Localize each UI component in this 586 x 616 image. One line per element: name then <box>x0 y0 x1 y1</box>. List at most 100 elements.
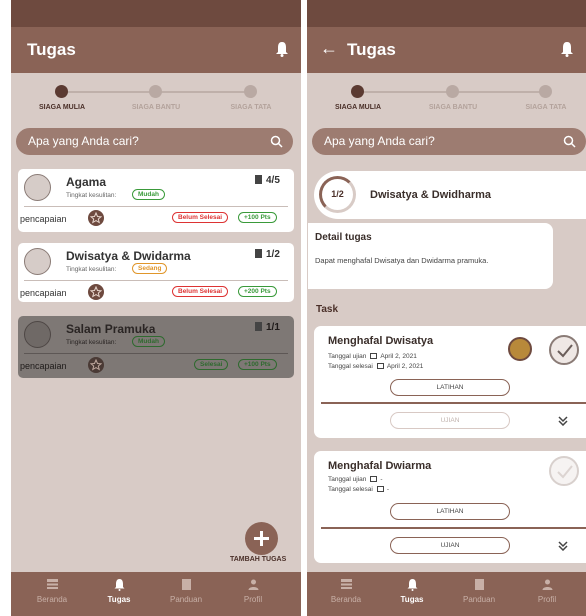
step-dot-1[interactable] <box>351 85 364 98</box>
task-count-value: 1/2 <box>266 249 280 260</box>
bell-icon <box>114 579 124 591</box>
back-arrow-icon[interactable]: ← <box>320 38 338 59</box>
level-stepper: SIAGA MULIA SIAGA BANTU SIAGA TATA <box>11 84 301 114</box>
nav-item-panduan[interactable]: Panduan <box>449 578 509 604</box>
star-badge-icon <box>88 357 104 373</box>
home-list-icon <box>46 579 58 589</box>
add-task-button[interactable] <box>245 522 278 555</box>
subtask-divider <box>321 527 586 529</box>
bell-icon[interactable] <box>560 41 574 57</box>
nav-label: Tugas <box>400 595 424 604</box>
page-title: Tugas <box>27 40 76 59</box>
points-badge: +100 Pts <box>238 359 277 370</box>
nav-label: Beranda <box>36 595 68 604</box>
step-dot-2[interactable] <box>446 85 459 98</box>
achievement-label: pencapaian <box>20 288 67 298</box>
task-card[interactable]: Agama Tingkat kesulitan: Mudah 4/5 penca… <box>18 169 294 232</box>
exam-button[interactable]: UJIAN <box>390 537 510 554</box>
task-avatar <box>24 321 51 348</box>
task-detail-screen: ← Tugas SIAGA MULIA SIAGA BANTU SIAGA TA… <box>307 0 586 616</box>
chevron-down-icon[interactable] <box>558 416 568 426</box>
book-icon <box>474 579 484 590</box>
exam-date-row: Tanggal ujian - <box>328 476 382 483</box>
book-icon <box>255 322 262 331</box>
app-header: ← Tugas <box>307 27 586 73</box>
detail-text: Dapat menghafal Dwisatya dan Dwidarma pr… <box>315 256 489 265</box>
step-dot-3[interactable] <box>539 85 552 98</box>
subtask-card: Menghafal Dwiarma Tanggal ujian - Tanggal… <box>314 451 586 563</box>
subtask-card: Menghafal Dwisatya Tanggal ujian April 2,… <box>314 326 586 438</box>
step-label-1: SIAGA MULIA <box>334 104 382 111</box>
nav-item-profil[interactable]: Profil <box>223 578 283 604</box>
task-count: 1/2 <box>255 249 280 260</box>
nav-label: Tugas <box>107 595 131 604</box>
home-list-icon <box>340 579 352 589</box>
card-divider <box>24 353 288 354</box>
exam-date-value: - <box>380 476 383 483</box>
nav-label: Profil <box>243 595 263 604</box>
nav-item-beranda[interactable]: Beranda <box>316 578 376 604</box>
step-dot-3[interactable] <box>244 85 257 98</box>
task-avatar <box>24 248 51 275</box>
task-avatar <box>24 174 51 201</box>
difficulty-badge: Mudah <box>132 336 165 347</box>
achievement-label: pencapaian <box>20 214 67 224</box>
status-badge: Selesai <box>194 359 229 370</box>
done-date-label: Tanggal selesai <box>328 363 373 370</box>
bottom-nav: Beranda Tugas Panduan Profil <box>11 572 301 616</box>
search-input[interactable]: Apa yang Anda cari? <box>16 128 293 155</box>
star-badge-icon <box>88 284 104 300</box>
search-input[interactable]: Apa yang Anda cari? <box>312 128 586 155</box>
difficulty-label: Tingkat kesulitan: <box>66 192 117 199</box>
step-label-3: SIAGA TATA <box>525 104 567 111</box>
status-bar <box>11 0 301 27</box>
task-title: Dwisatya & Dwidarma <box>66 249 191 263</box>
task-count-value: 1/1 <box>266 322 280 333</box>
user-icon <box>248 579 258 590</box>
practice-button[interactable]: LATIHAN <box>390 379 510 396</box>
done-date-value: April 2, 2021 <box>386 363 424 370</box>
book-icon <box>255 249 262 258</box>
search-placeholder: Apa yang Anda cari? <box>324 134 435 148</box>
step-dot-1[interactable] <box>55 85 68 98</box>
difficulty-label: Tingkat kesulitan: <box>66 339 117 346</box>
task-card[interactable]: Dwisatya & Dwidarma Tingkat kesulitan: S… <box>18 243 294 302</box>
step-label-2: SIAGA BANTU <box>428 104 478 111</box>
search-placeholder: Apa yang Anda cari? <box>28 134 139 148</box>
bottom-nav: Beranda Tugas Panduan Profil <box>307 572 586 616</box>
bell-icon[interactable] <box>275 41 289 57</box>
chevron-down-icon[interactable] <box>558 541 568 551</box>
task-section-label: Task <box>316 304 339 315</box>
nav-item-panduan[interactable]: Panduan <box>156 578 216 604</box>
nav-item-tugas[interactable]: Tugas <box>89 578 149 604</box>
task-title: Dwisatya & Dwidharma <box>370 189 492 201</box>
step-dot-2[interactable] <box>149 85 162 98</box>
checkmark-icon <box>557 465 573 479</box>
star-badge-icon <box>88 210 104 226</box>
detail-title: Detail tugas <box>315 232 372 243</box>
nav-item-profil[interactable]: Profil <box>517 578 577 604</box>
task-card[interactable]: Salam Pramuka Tingkat kesulitan: Mudah 1… <box>18 316 294 378</box>
search-icon[interactable] <box>563 135 576 148</box>
subtask-divider <box>321 402 586 404</box>
exam-button[interactable]: UJIAN <box>390 412 510 429</box>
points-badge: +200 Pts <box>238 286 277 297</box>
task-count-value: 4/5 <box>266 175 280 186</box>
done-date-row: Tanggal selesai April 2, 2021 <box>328 363 423 370</box>
search-icon[interactable] <box>270 135 283 148</box>
practice-button[interactable]: LATIHAN <box>390 503 510 520</box>
checkmark-icon <box>557 344 573 358</box>
complete-check-button[interactable] <box>549 335 579 365</box>
nav-item-tugas[interactable]: Tugas <box>382 578 442 604</box>
status-badge: Belum Selesai <box>172 286 229 297</box>
status-bar <box>307 0 586 27</box>
task-detail-card: Detail tugas Dapat menghafal Dwisatya da… <box>308 223 553 289</box>
difficulty-badge: Sedang <box>132 263 168 274</box>
status-badge: Belum Selesai <box>172 212 229 223</box>
exam-date-row: Tanggal ujian April 2, 2021 <box>328 353 417 360</box>
task-header-card: 1/2 Dwisatya & Dwidharma <box>314 171 586 219</box>
complete-check-button[interactable] <box>549 456 579 486</box>
achievement-label: pencapaian <box>20 361 67 371</box>
progress-value: 1/2 <box>331 189 344 199</box>
nav-item-beranda[interactable]: Beranda <box>22 578 82 604</box>
